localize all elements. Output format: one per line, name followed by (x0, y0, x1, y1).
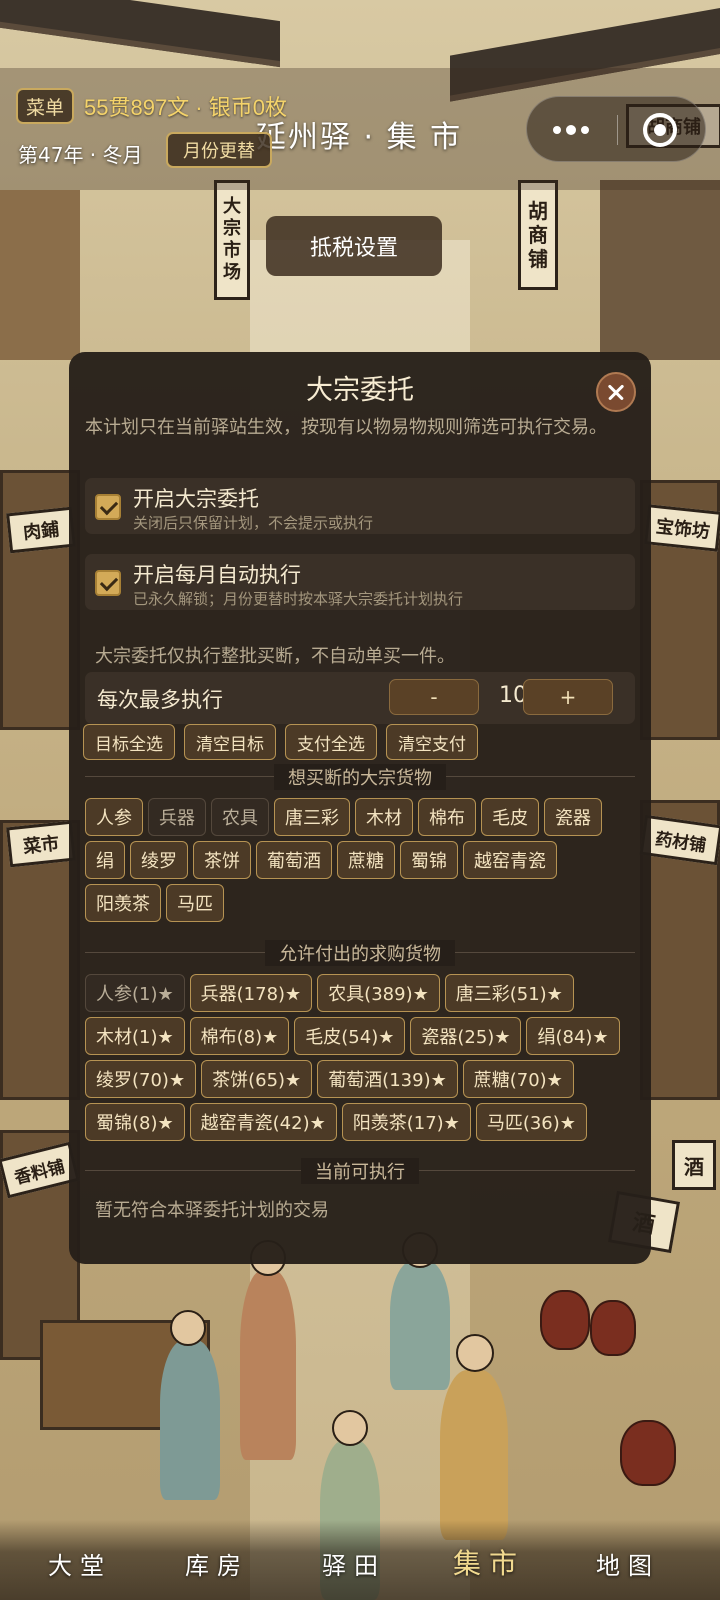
payment-goods-chip[interactable]: 木材(1)★ (85, 1017, 185, 1055)
sign-jewelry: 宝饰坊 (644, 504, 720, 552)
target-goods-chip[interactable]: 绫罗 (130, 841, 188, 879)
target-goods-chip[interactable]: 蜀锦 (400, 841, 458, 879)
figure-head (170, 1310, 206, 1346)
target-goods-chip[interactable]: 葡萄酒 (256, 841, 332, 879)
payment-section-title: 允许付出的求购货物 (265, 940, 455, 966)
wine-jar (620, 1420, 676, 1486)
target-goods-chip[interactable]: 唐三彩 (274, 798, 350, 836)
tax-settings-button[interactable]: 抵税设置 (266, 216, 442, 276)
wall-left (0, 190, 80, 360)
option-monthly-auto[interactable]: 开启每月自动执行 已永久解锁；月份更替时按本驿大宗委托计划执行 (85, 554, 635, 610)
payment-goods-chip[interactable]: 人参(1)★ (85, 974, 185, 1012)
payment-goods-list: 人参(1)★ 兵器(178)★ 农具(389)★ 唐三彩(51)★ 木材(1)★ 棉布(8… (85, 974, 637, 1141)
payment-goods-chip[interactable]: 阳羡茶(17)★ (341, 1103, 471, 1141)
option-enable-commission[interactable]: 开启大宗委托 关闭后只保留计划，不会提示或执行 (85, 478, 635, 534)
target-goods-chip[interactable]: 农具 (211, 798, 269, 836)
target-goods-chip[interactable]: 瓷器 (544, 798, 602, 836)
nav-fields[interactable]: 驿田 (322, 1546, 386, 1581)
max-executions-row: 每次最多执行 - 10 + (85, 672, 635, 724)
target-goods-chip[interactable]: 毛皮 (481, 798, 539, 836)
payment-goods-chip[interactable]: 茶饼(65)★ (201, 1060, 313, 1098)
sign-hu-shop-1: 胡商铺 (518, 180, 558, 290)
bottom-nav: 大堂 库房 驿田 集市 地图 (0, 1520, 720, 1600)
payment-goods-chip[interactable]: 越窑青瓷(42)★ (189, 1103, 337, 1141)
figure-head (456, 1334, 494, 1372)
menu-button[interactable]: 菜单 (16, 88, 74, 124)
option-subtitle: 已永久解锁；月份更替时按本驿大宗委托计划执行 (133, 590, 464, 608)
target-goods-chip[interactable]: 马匹 (166, 884, 224, 922)
modal-description: 本计划只在当前驿站生效，按现有以物易物规则筛选可执行交易。 (85, 417, 607, 438)
bulk-commission-modal: 大宗委托 本计划只在当前驿站生效，按现有以物易物规则筛选可执行交易。 开启大宗委… (69, 352, 651, 1264)
target-goods-chip[interactable]: 蔗糖 (337, 841, 395, 879)
quick-actions: 目标全选 清空目标 支付全选 清空支付 (83, 724, 478, 760)
decrement-button[interactable]: - (389, 679, 479, 715)
option-title: 开启每月自动执行 (133, 563, 301, 587)
payment-goods-chip[interactable]: 瓷器(25)★ (410, 1017, 522, 1055)
figure-head (332, 1410, 368, 1446)
figure (390, 1260, 450, 1390)
target-goods-chip[interactable]: 阳羡茶 (85, 884, 161, 922)
payment-goods-chip[interactable]: 棉布(8)★ (189, 1017, 290, 1055)
max-executions-label: 每次最多执行 (97, 688, 223, 712)
payment-goods-chip[interactable]: 唐三彩(51)★ (444, 974, 574, 1012)
figure (160, 1340, 220, 1500)
clear-payments-button[interactable]: 清空支付 (386, 724, 478, 760)
target-goods-chip[interactable]: 绢 (85, 841, 125, 879)
nav-map[interactable]: 地图 (596, 1546, 660, 1581)
batch-note: 大宗委托仅执行整批买断，不自动单买一件。 (95, 646, 455, 667)
target-section-header: 想买断的大宗货物 (85, 764, 635, 790)
payment-goods-chip[interactable]: 蜀锦(8)★ (85, 1103, 185, 1141)
wall-right (600, 180, 720, 360)
nav-market[interactable]: 集市 (453, 1542, 525, 1582)
option-title: 开启大宗委托 (133, 487, 259, 511)
select-all-targets-button[interactable]: 目标全选 (83, 724, 175, 760)
target-goods-chip[interactable]: 木材 (355, 798, 413, 836)
target-goods-list: 人参 兵器 农具 唐三彩 木材 棉布 毛皮 瓷器绢绫罗 茶饼 葡萄酒 蔗糖 蜀锦 越窑青瓷阳羡茶 马匹 (85, 798, 637, 922)
nav-hall[interactable]: 大堂 (48, 1546, 112, 1581)
select-all-payments-button[interactable]: 支付全选 (285, 724, 377, 760)
option-subtitle: 关闭后只保留计划，不会提示或执行 (133, 514, 374, 532)
sign-vegetable: 菜市 (6, 820, 76, 868)
target-goods-chip[interactable]: 棉布 (418, 798, 476, 836)
target-goods-chip[interactable]: 越窑青瓷 (463, 841, 557, 879)
payment-goods-chip[interactable]: 葡萄酒(139)★ (317, 1060, 458, 1098)
payment-section-header: 允许付出的求购货物 (85, 940, 635, 966)
wine-jar (590, 1300, 636, 1356)
clear-targets-button[interactable]: 清空目标 (184, 724, 276, 760)
executable-section-header: 当前可执行 (85, 1158, 635, 1184)
sign-meat: 肉鋪 (6, 506, 76, 554)
nav-storage[interactable]: 库房 (185, 1546, 249, 1581)
close-icon[interactable] (596, 372, 636, 412)
payment-goods-chip[interactable]: 兵器(178)★ (189, 974, 313, 1012)
figure (240, 1270, 296, 1460)
sign-wine-1: 酒 (672, 1140, 716, 1190)
capsule-divider (617, 115, 618, 145)
sign-bulk-market: 大宗市场 (214, 180, 250, 300)
checkbox-checked-icon[interactable] (95, 570, 121, 596)
modal-title: 大宗委托 (306, 375, 414, 406)
payment-goods-chip[interactable]: 蔗糖(70)★ (462, 1060, 574, 1098)
wine-jar (540, 1290, 590, 1350)
increment-button[interactable]: + (523, 679, 613, 715)
target-section-title: 想买断的大宗货物 (274, 764, 446, 790)
target-goods-chip[interactable]: 茶饼 (193, 841, 251, 879)
figure (440, 1370, 508, 1540)
date-display: 第47年 · 冬月 (18, 143, 143, 167)
mini-program-capsule (526, 96, 706, 162)
payment-goods-chip[interactable]: 绢(84)★ (526, 1017, 620, 1055)
target-goods-chip[interactable]: 兵器 (148, 798, 206, 836)
payment-goods-chip[interactable]: 马匹(36)★ (475, 1103, 587, 1141)
payment-goods-chip[interactable]: 绫罗(70)★ (85, 1060, 197, 1098)
payment-goods-chip[interactable]: 毛皮(54)★ (294, 1017, 406, 1055)
close-target-icon[interactable] (643, 113, 677, 147)
payment-goods-chip[interactable]: 农具(389)★ (317, 974, 440, 1012)
executable-empty-text: 暂无符合本驿委托计划的交易 (95, 1200, 329, 1221)
page-title: 延州驿 · 集 市 (256, 120, 463, 155)
roof-left (0, 0, 280, 68)
executable-section-title: 当前可执行 (301, 1158, 419, 1184)
target-goods-chip[interactable]: 人参 (85, 798, 143, 836)
more-icon[interactable] (541, 115, 601, 145)
checkbox-checked-icon[interactable] (95, 494, 121, 520)
month-advance-button[interactable]: 月份更替 (166, 132, 272, 168)
